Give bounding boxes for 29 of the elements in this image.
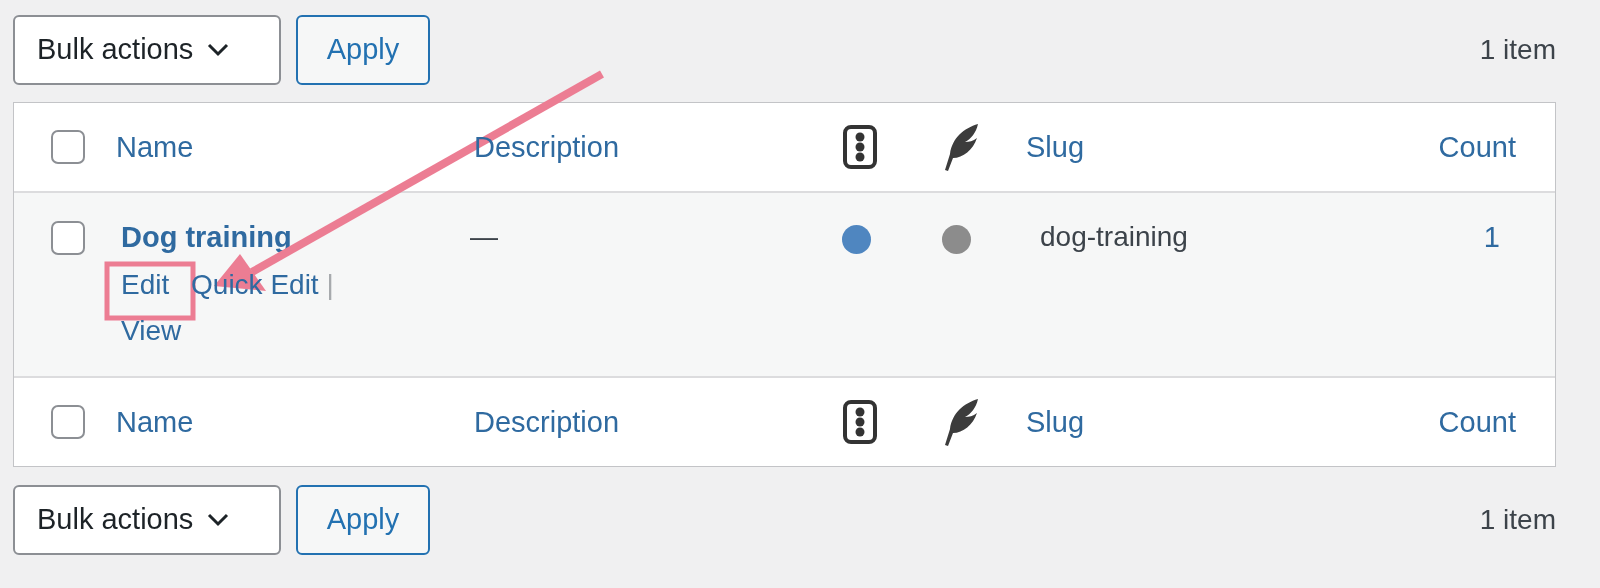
column-header[interactable]: Slug — [1026, 405, 1085, 439]
apply-button[interactable]: Apply — [296, 14, 430, 85]
column-header[interactable]: Count — [1438, 405, 1516, 439]
chevron-down-icon — [207, 512, 230, 527]
column-header[interactable]: Name — [116, 405, 194, 439]
column-header[interactable]: Description — [474, 130, 620, 164]
row-action-link[interactable]: View — [121, 315, 182, 346]
chevron-down-icon — [207, 42, 230, 57]
separator: | — [326, 269, 334, 300]
column-header[interactable]: Count — [1438, 130, 1516, 164]
checkbox[interactable] — [50, 405, 85, 439]
column-header[interactable]: Name — [116, 130, 194, 164]
apply-button[interactable]: Apply — [296, 484, 430, 555]
bulk-actions-dropdown[interactable]: Bulk actions — [13, 484, 281, 555]
table-cell: — — [470, 221, 498, 252]
row-action-link[interactable]: Edit — [121, 269, 170, 300]
table-cell: dog-training — [1040, 221, 1188, 252]
traffic-light-icon — [842, 399, 878, 445]
column-header[interactable]: Slug — [1026, 130, 1085, 164]
term-name-link[interactable]: Dog training — [115, 221, 470, 254]
bulk-actions-dropdown[interactable]: Bulk actions — [13, 14, 281, 85]
count-link[interactable]: 1 — [1483, 221, 1500, 254]
checkbox[interactable] — [50, 221, 85, 255]
traffic-light-icon — [842, 124, 878, 170]
column-header[interactable]: Description — [474, 405, 620, 439]
checkbox[interactable] — [50, 130, 85, 164]
item-count: 1 item — [1479, 33, 1556, 66]
row-action-link[interactable]: Quick Edit — [191, 269, 319, 300]
item-count: 1 item — [1479, 503, 1556, 536]
